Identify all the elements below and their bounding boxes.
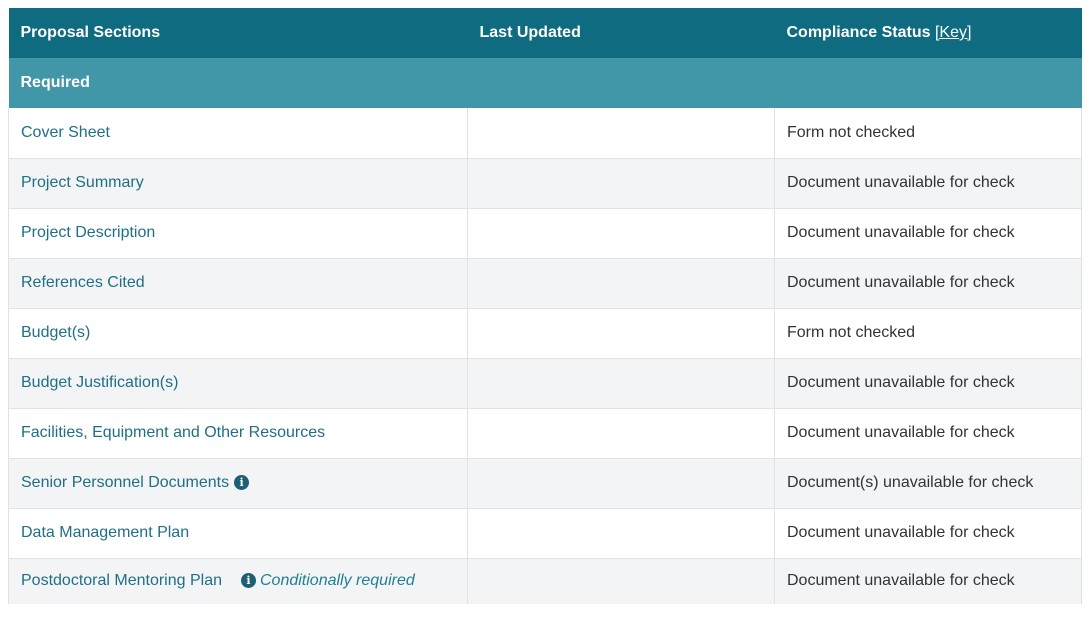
column-header-label: Proposal Sections <box>20 24 161 41</box>
section-cell: References Cited <box>8 258 468 309</box>
section-link[interactable]: Facilities, Equipment and Other Resource… <box>21 424 325 441</box>
compliance-status-cell: Document unavailable for check <box>774 208 1082 259</box>
section-cell: Budget(s) <box>8 308 468 359</box>
table-row: Postdoctoral Mentoring Plan i Conditionall… <box>8 558 1082 604</box>
last-updated-cell <box>467 108 775 159</box>
column-header-compliance-status: Compliance Status [Key] <box>774 8 1082 58</box>
section-cell: Budget Justification(s) <box>8 358 468 409</box>
section-cell: Facilities, Equipment and Other Resource… <box>8 408 468 459</box>
section-cell: Postdoctoral Mentoring Plan i Conditionall… <box>8 558 468 604</box>
group-row-required: Required <box>8 58 1082 108</box>
compliance-status-cell: Document unavailable for check <box>774 508 1082 559</box>
section-cell: Data Management Plan <box>8 508 468 559</box>
compliance-status-cell: Document unavailable for check <box>774 408 1082 459</box>
compliance-status-text: Document unavailable for check <box>787 424 1015 441</box>
column-header-label: Compliance Status <box>786 24 931 41</box>
info-wrapper: i <box>229 474 250 491</box>
table-row: Project Description Document unavailable … <box>8 208 1082 259</box>
section-cell: Cover Sheet <box>8 108 468 159</box>
section-link[interactable]: Project Description <box>21 224 155 241</box>
last-updated-cell <box>467 308 775 359</box>
compliance-status-cell: Form not checked <box>774 308 1082 359</box>
compliance-status-cell: Form not checked <box>774 108 1082 159</box>
section-link[interactable]: Senior Personnel Documents <box>21 474 229 491</box>
section-link[interactable]: Budget Justification(s) <box>21 374 178 391</box>
table-row: Senior Personnel Documents i Document(s) u… <box>8 458 1082 509</box>
compliance-status-cell: Document unavailable for check <box>774 558 1082 604</box>
table-row: Project Summary Document unavailable for … <box>8 158 1082 209</box>
last-updated-cell <box>467 458 775 509</box>
section-cell: Senior Personnel Documents i <box>8 458 468 509</box>
compliance-status-text: Document unavailable for check <box>787 174 1015 191</box>
compliance-status-text: Document unavailable for check <box>787 524 1015 541</box>
compliance-status-text: Document(s) unavailable for check <box>787 474 1034 491</box>
compliance-status-text: Document unavailable for check <box>787 374 1015 391</box>
last-updated-cell <box>467 408 775 459</box>
section-link[interactable]: Project Summary <box>21 174 144 191</box>
column-header-last-updated: Last Updated <box>467 8 775 58</box>
table-row: Budget(s) Form not checked <box>8 308 1082 359</box>
last-updated-cell <box>467 558 775 604</box>
column-header-proposal-sections: Proposal Sections <box>8 8 468 58</box>
section-cell: Project Summary <box>8 158 468 209</box>
table-row: Budget Justification(s) Document unavaila… <box>8 358 1082 409</box>
compliance-status-cell: Document(s) unavailable for check <box>774 458 1082 509</box>
compliance-status-cell: Document unavailable for check <box>774 358 1082 409</box>
last-updated-cell <box>467 208 775 259</box>
last-updated-cell <box>467 258 775 309</box>
compliance-status-cell: Document unavailable for check <box>774 158 1082 209</box>
table-row: Data Management Plan Document unavailable… <box>8 508 1082 559</box>
section-link[interactable]: References Cited <box>21 274 145 291</box>
compliance-status-text: Form not checked <box>787 324 916 341</box>
column-header-label: Last Updated <box>479 24 581 41</box>
table-header-row: Proposal Sections Last Updated Complianc… <box>8 8 1082 58</box>
last-updated-cell <box>467 358 775 409</box>
compliance-status-text: Document unavailable for check <box>787 572 1015 590</box>
conditionally-required-note: Conditionally required <box>260 572 415 590</box>
section-link[interactable]: Postdoctoral Mentoring Plan <box>21 572 222 589</box>
info-icon[interactable]: i <box>234 475 250 490</box>
compliance-status-text: Document unavailable for check <box>787 274 1015 291</box>
compliance-key-link[interactable]: [Key] <box>935 24 971 41</box>
compliance-status-text: Document unavailable for check <box>787 224 1015 241</box>
last-updated-cell <box>467 508 775 559</box>
info-wrapper: i Conditionally required <box>236 572 415 589</box>
last-updated-cell <box>467 158 775 209</box>
proposal-sections-page: Proposal Sections Last Updated Complianc… <box>0 0 1090 618</box>
table-row: References Cited Document unavailable for… <box>8 258 1082 309</box>
proposal-sections-table: Proposal Sections Last Updated Complianc… <box>8 8 1082 604</box>
table-row: Cover Sheet Form not checked <box>8 108 1082 159</box>
section-cell: Project Description <box>8 208 468 259</box>
table-row: Facilities, Equipment and Other Resource… <box>8 408 1082 459</box>
info-icon[interactable]: i <box>241 573 256 589</box>
group-label: Required <box>8 58 1082 108</box>
compliance-status-text: Form not checked <box>787 123 916 141</box>
section-link[interactable]: Data Management Plan <box>21 524 189 541</box>
section-link[interactable]: Budget(s) <box>21 324 90 341</box>
section-link[interactable]: Cover Sheet <box>21 124 110 141</box>
compliance-status-cell: Document unavailable for check <box>774 258 1082 309</box>
